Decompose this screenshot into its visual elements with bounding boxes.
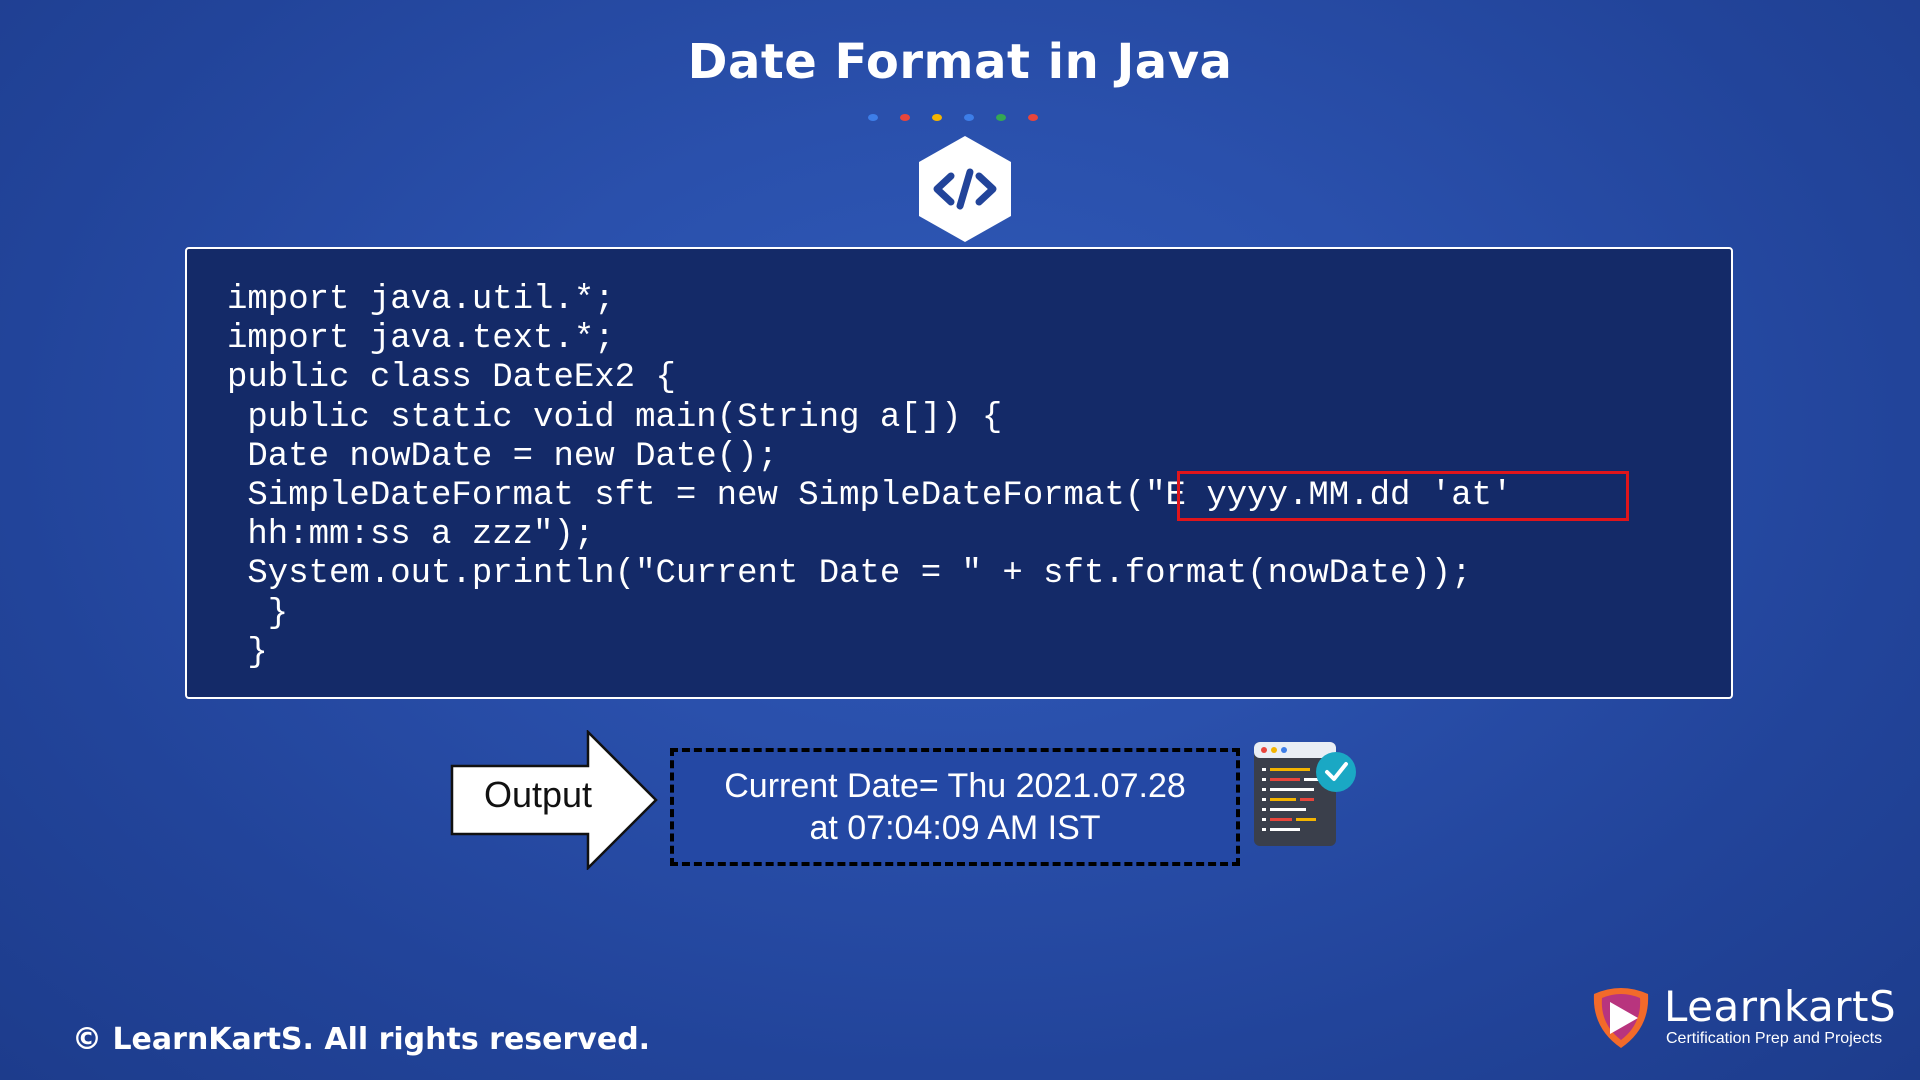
output-line-2: at 07:04:09 AM IST [809, 809, 1101, 847]
page-title: Date Format in Java [687, 34, 1233, 90]
logo-shield-icon [1593, 988, 1649, 1048]
learnkarts-logo: LearnkartS Certification Prep and Projec… [1590, 982, 1896, 1052]
code-line: System.out.println("Current Date = " + s… [227, 555, 1472, 594]
dot-5 [996, 114, 1006, 121]
logo-name: LearnkartS [1664, 982, 1897, 1031]
dot-1 [868, 114, 878, 121]
code-editor-check-icon [1254, 742, 1356, 846]
code-panel: import java.util.*; import java.text.*; pu… [185, 247, 1733, 699]
code-line: public class DateEx2 { [227, 359, 676, 398]
output-label: Output [483, 774, 593, 815]
dot-6 [1028, 114, 1038, 121]
dot-4 [964, 114, 974, 121]
copyright-notice: © LearnKartS. All rights reserved. [72, 1022, 651, 1057]
format-pattern-highlight [1177, 471, 1629, 521]
code-line: import java.util.*; [227, 281, 615, 319]
logo-tagline: Certification Prep and Projects [1666, 1030, 1883, 1047]
code-line: } [227, 594, 289, 633]
code-line: public static void main(String a[]) { [227, 398, 1003, 437]
decorative-dots [868, 114, 1038, 124]
dot-2 [900, 114, 910, 121]
output-line-1: Current Date= Thu 2021.07.28 [724, 767, 1186, 805]
code-line: import java.text.*; [227, 320, 615, 359]
output-result-box: Current Date= Thu 2021.07.28 at 07:04:09… [670, 748, 1240, 866]
code-brackets-icon [915, 134, 1015, 244]
code-line: hh:mm:ss a zzz"); [227, 516, 595, 555]
code-line: } [227, 633, 268, 672]
dot-3 [932, 114, 942, 121]
